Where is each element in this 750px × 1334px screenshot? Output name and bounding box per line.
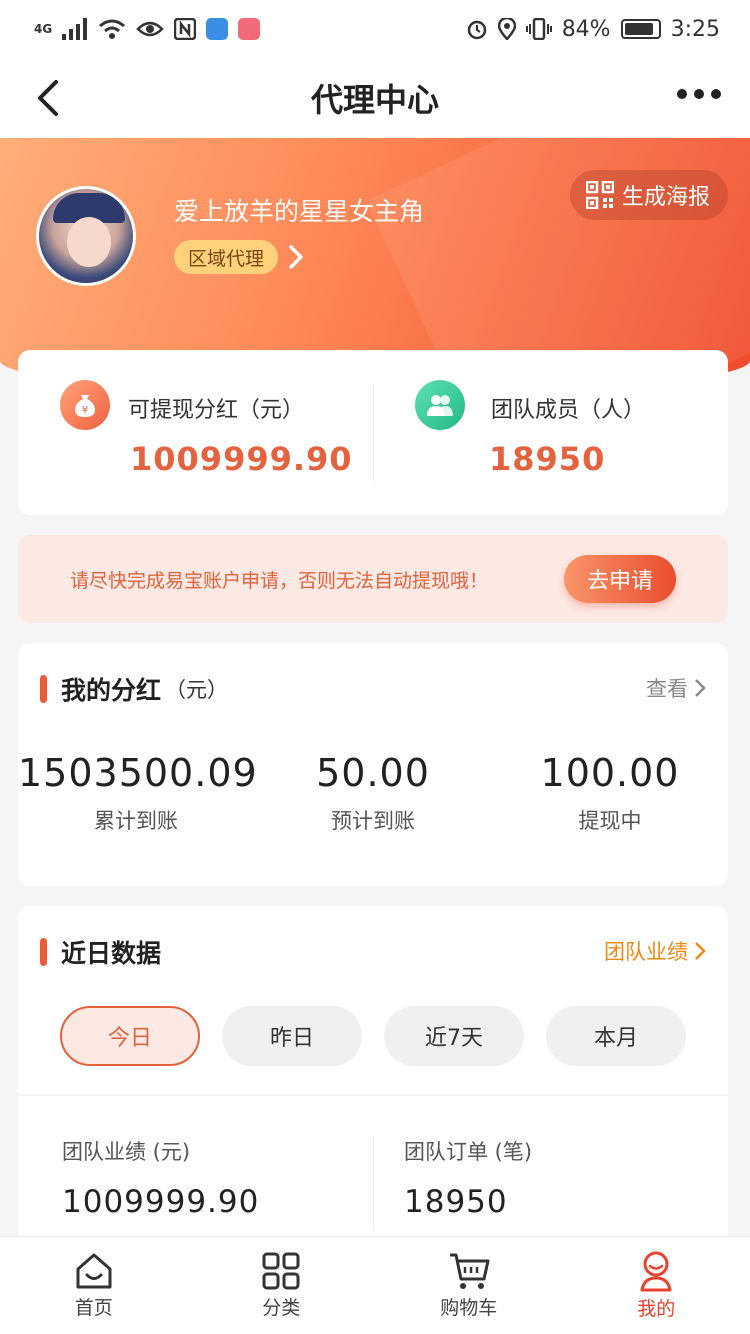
battery-percent: 84% <box>561 16 611 42</box>
vibrate-icon <box>525 18 552 40</box>
withdrawing-value: 100.00 <box>540 751 680 795</box>
signal-icon <box>62 18 88 40</box>
qrcode-icon <box>585 181 614 209</box>
team-members-label: 团队成员（人） <box>491 398 646 423</box>
chevron-right-icon <box>695 942 706 960</box>
username: 爱上放羊的星星女主角 <box>174 197 425 226</box>
shield-app-icon <box>206 18 229 40</box>
title-accent-bar <box>40 675 47 703</box>
dividends-title-text: 我的分红 <box>61 676 162 705</box>
home-icon <box>76 1253 112 1289</box>
svg-text:¥: ¥ <box>82 405 88 416</box>
tabbar-label-mine: 我的 <box>637 1298 676 1320</box>
summary-card: ¥ 可提现分红（元） 1009999.90 团队成员（人） 18950 <box>18 350 728 515</box>
apply-button[interactable]: 去申请 <box>564 555 676 603</box>
shopping-app-icon <box>238 18 261 40</box>
generate-poster-button[interactable]: 生成海报 <box>569 170 728 220</box>
expected-received-label: 预计到账 <box>331 809 415 833</box>
dividends-title-unit: （元） <box>165 678 229 702</box>
cart-icon <box>449 1253 490 1289</box>
team-orders-label: 团队订单 (笔) <box>404 1140 533 1164</box>
view-dividends-label: 查看 <box>646 677 688 701</box>
wifi-icon <box>99 19 126 39</box>
notice-text: 请尽快完成易宝账户申请，否则无法自动提现哦！ <box>70 569 489 592</box>
cumulative-received: 1503500.09 累计到账 <box>18 751 258 835</box>
recent-title-text: 近日数据 <box>61 939 162 968</box>
more-icon[interactable] <box>676 80 722 116</box>
grid-icon <box>262 1252 300 1290</box>
account-notice: 请尽快完成易宝账户申请，否则无法自动提现哦！ 去申请 <box>18 535 728 623</box>
battery-icon <box>620 19 661 39</box>
team-performance-label: 团队业绩 (元) <box>62 1140 191 1164</box>
team-members-icon <box>415 380 465 430</box>
team-members[interactable]: 团队成员（人） 18950 <box>373 350 728 515</box>
profile-icon <box>640 1251 672 1292</box>
cumulative-received-label: 累计到账 <box>94 809 178 833</box>
nav-bar: 代理中心 <box>0 58 750 138</box>
nfc-icon <box>174 18 197 40</box>
tabbar-label-cart: 购物车 <box>440 1297 498 1319</box>
team-orders: 团队订单 (笔) 18950 <box>404 1136 532 1220</box>
network-type: 4G <box>34 22 53 36</box>
alarm-icon <box>467 20 486 40</box>
chevron-right-icon[interactable] <box>288 244 304 270</box>
role-badge[interactable]: 区域代理 <box>174 240 279 274</box>
tabbar-item-home[interactable]: 首页 <box>0 1237 188 1334</box>
withdrawable-label: 可提现分红（元） <box>128 398 305 423</box>
my-dividends-card: 我的分红 （元） 查看 1503500.09 累计到账 50.00 预计到账 1… <box>18 643 728 886</box>
page-title: 代理中心 <box>310 81 439 119</box>
eye-icon <box>136 21 164 37</box>
recent-stat-divider <box>373 1136 374 1231</box>
chevron-right-icon <box>695 679 706 697</box>
recent-data-card: 近日数据 团队业绩 今日 昨日 近7天 本月 团队业绩 (元) 1009999.… <box>18 906 728 1246</box>
clock-time: 3:25 <box>670 16 720 42</box>
expected-received-value: 50.00 <box>316 751 430 795</box>
generate-poster-label: 生成海报 <box>621 185 710 210</box>
team-performance-link[interactable]: 团队业绩 <box>604 936 706 966</box>
tabbar-item-mine[interactable]: 我的 <box>563 1237 750 1334</box>
tab-last-7-days[interactable]: 近7天 <box>384 1006 524 1066</box>
tab-this-month[interactable]: 本月 <box>546 1006 686 1066</box>
cumulative-received-value: 1503500.09 <box>18 751 258 795</box>
bottom-tab-bar: 首页 分类 购物车 我的 <box>0 1236 750 1334</box>
tabbar-item-category[interactable]: 分类 <box>188 1237 376 1334</box>
status-right: 84% 3:25 <box>466 17 720 42</box>
status-left: 4G <box>34 18 261 40</box>
status-bar: 4G 84% 3:25 <box>0 0 750 58</box>
title-accent-bar <box>40 938 47 966</box>
expected-received: 50.00 预计到账 <box>255 751 491 835</box>
recent-divider <box>18 1094 728 1096</box>
tabbar-label-category: 分类 <box>262 1297 301 1319</box>
back-arrow-icon[interactable] <box>30 76 70 120</box>
withdrawing-label: 提现中 <box>578 809 642 833</box>
team-performance-link-label: 团队业绩 <box>604 940 688 964</box>
team-orders-value: 18950 <box>404 1184 508 1220</box>
view-dividends-link[interactable]: 查看 <box>646 673 706 703</box>
money-bag-icon: ¥ <box>60 380 110 430</box>
withdrawable-value: 1009999.90 <box>130 440 353 478</box>
team-members-value: 18950 <box>489 440 606 478</box>
avatar[interactable] <box>36 186 136 286</box>
tabbar-item-cart[interactable]: 购物车 <box>375 1237 563 1334</box>
team-performance-value: 1009999.90 <box>62 1184 260 1220</box>
dividends-title: 我的分红 （元） <box>40 671 228 707</box>
team-performance: 团队业绩 (元) 1009999.90 <box>62 1136 259 1220</box>
tab-today[interactable]: 今日 <box>60 1006 200 1066</box>
withdrawable-dividend[interactable]: ¥ 可提现分红（元） 1009999.90 <box>18 350 373 515</box>
location-icon <box>497 18 516 40</box>
avatar-face-shape <box>67 217 111 267</box>
period-tabs: 今日 昨日 近7天 本月 <box>60 1006 686 1066</box>
tabbar-label-home: 首页 <box>74 1297 113 1319</box>
tab-yesterday[interactable]: 昨日 <box>222 1006 362 1066</box>
recent-title: 近日数据 <box>40 934 161 970</box>
withdrawing: 100.00 提现中 <box>492 751 728 835</box>
